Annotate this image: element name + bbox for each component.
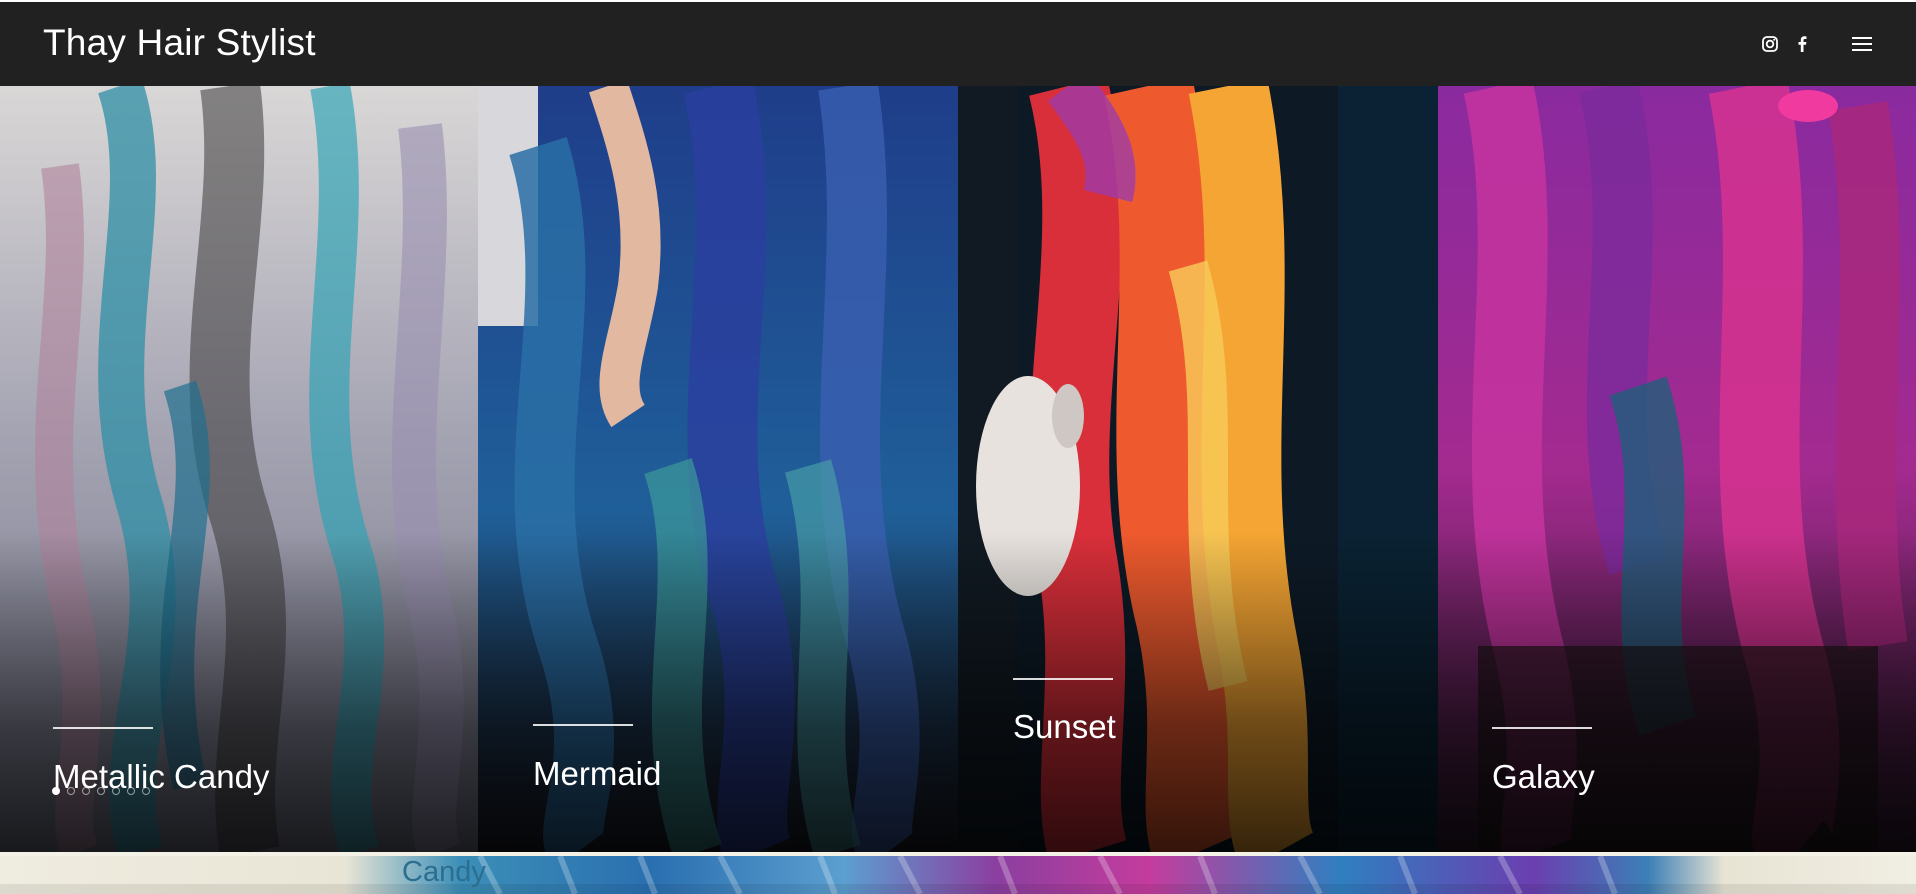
caption-rule xyxy=(533,724,633,726)
caption-mermaid: Mermaid xyxy=(533,755,662,792)
gallery-item-sunset[interactable]: Sunset xyxy=(958,86,1438,852)
caption-rule xyxy=(1013,678,1113,680)
slider-pagination xyxy=(52,787,150,795)
site-header: Thay Hair Stylist xyxy=(0,0,1916,86)
caption-overlay xyxy=(958,532,1438,852)
gallery-item-mermaid[interactable]: Mermaid xyxy=(478,86,958,852)
instagram-icon[interactable] xyxy=(1760,32,1780,56)
pager-dot[interactable] xyxy=(67,787,75,795)
hamburger-menu-icon[interactable] xyxy=(1850,32,1874,56)
caption-overlay xyxy=(478,532,958,852)
next-section-banner: Candy xyxy=(0,856,1916,894)
hair-gallery: Metallic Candy Mermaid Sunset Galaxy xyxy=(0,86,1916,852)
caption-overlay xyxy=(0,532,478,852)
pager-dot[interactable] xyxy=(52,787,60,795)
pager-dot[interactable] xyxy=(97,787,105,795)
caption-galaxy: Galaxy xyxy=(1492,758,1595,795)
facebook-icon[interactable] xyxy=(1794,32,1810,56)
caption-rule xyxy=(53,727,153,729)
site-title[interactable]: Thay Hair Stylist xyxy=(43,22,316,64)
caption-rule xyxy=(1492,727,1592,729)
pager-dot[interactable] xyxy=(82,787,90,795)
caption-sunset: Sunset xyxy=(1013,708,1116,745)
gallery-item-galaxy[interactable]: Galaxy xyxy=(1438,86,1916,852)
pager-dot[interactable] xyxy=(112,787,120,795)
caption-overlay xyxy=(1438,532,1916,852)
pager-dot[interactable] xyxy=(142,787,150,795)
next-section-title: Candy xyxy=(402,856,486,888)
pager-dot[interactable] xyxy=(127,787,135,795)
banner-photo xyxy=(0,856,1916,894)
gallery-item-metallic-candy[interactable]: Metallic Candy xyxy=(0,86,478,852)
